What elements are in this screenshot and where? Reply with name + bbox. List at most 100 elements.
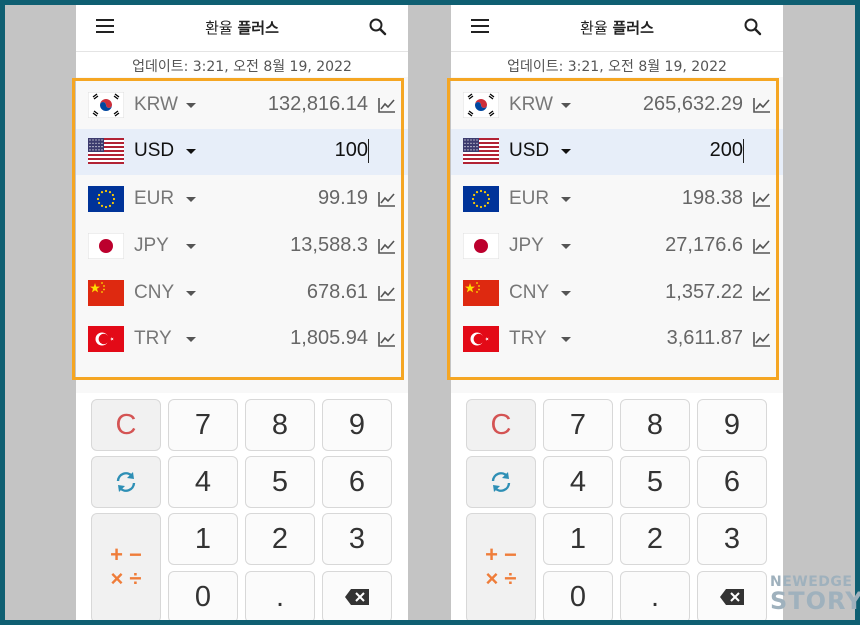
- dropdown-caret-icon[interactable]: [186, 149, 196, 154]
- currency-amount[interactable]: 13,588.3: [290, 234, 368, 257]
- chart-icon[interactable]: [753, 238, 771, 254]
- dropdown-caret-icon[interactable]: [561, 244, 571, 249]
- clear-key[interactable]: C: [466, 399, 536, 451]
- dropdown-caret-icon[interactable]: [186, 197, 196, 202]
- key-0[interactable]: 0: [543, 571, 613, 620]
- refresh-button[interactable]: [466, 456, 536, 508]
- currency-row-eur[interactable]: EUR 99.19: [76, 177, 408, 223]
- currency-amount[interactable]: 200: [710, 139, 743, 162]
- dropdown-caret-icon[interactable]: [186, 103, 196, 108]
- key-5[interactable]: 5: [245, 456, 315, 508]
- currency-code[interactable]: EUR: [509, 188, 549, 210]
- chart-icon[interactable]: [753, 331, 771, 347]
- dropdown-caret-icon[interactable]: [561, 291, 571, 296]
- currency-amount[interactable]: 27,176.6: [665, 234, 743, 257]
- dropdown-caret-icon[interactable]: [561, 197, 571, 202]
- currency-code[interactable]: KRW: [134, 94, 178, 116]
- currency-row-jpy[interactable]: JPY 27,176.6: [451, 224, 783, 270]
- dropdown-caret-icon[interactable]: [561, 103, 571, 108]
- currency-amount[interactable]: 678.61: [307, 281, 368, 304]
- key-6[interactable]: 6: [697, 456, 767, 508]
- chart-icon[interactable]: [378, 285, 396, 301]
- key-5[interactable]: 5: [620, 456, 690, 508]
- key-7[interactable]: 7: [168, 399, 238, 451]
- currency-amount[interactable]: 99.19: [318, 187, 368, 210]
- update-timestamp: 업데이트: 3:21, 오전 8월 19, 2022: [132, 59, 352, 75]
- currency-code[interactable]: USD: [509, 140, 549, 162]
- currency-amount[interactable]: 100: [335, 139, 368, 162]
- key-7[interactable]: 7: [543, 399, 613, 451]
- dropdown-caret-icon[interactable]: [561, 337, 571, 342]
- operations-button[interactable]: + − × ÷: [91, 513, 161, 620]
- currency-row-try[interactable]: TRY 3,611.87: [451, 317, 783, 363]
- dropdown-caret-icon[interactable]: [186, 337, 196, 342]
- currency-row-usd[interactable]: USD 100: [76, 129, 408, 175]
- key-9[interactable]: 9: [322, 399, 392, 451]
- key-6[interactable]: 6: [322, 456, 392, 508]
- currency-code[interactable]: TRY: [509, 328, 547, 350]
- currency-row-try[interactable]: TRY 1,805.94: [76, 317, 408, 363]
- key-2[interactable]: 2: [620, 513, 690, 565]
- currency-row-eur[interactable]: EUR 198.38: [451, 177, 783, 223]
- currency-code[interactable]: USD: [134, 140, 174, 162]
- backspace-button[interactable]: [697, 571, 767, 620]
- dropdown-caret-icon[interactable]: [561, 149, 571, 154]
- currency-code[interactable]: CNY: [509, 282, 549, 304]
- clear-key[interactable]: C: [91, 399, 161, 451]
- key-8[interactable]: 8: [245, 399, 315, 451]
- key-dot[interactable]: .: [620, 571, 690, 620]
- dropdown-caret-icon[interactable]: [186, 291, 196, 296]
- key-9[interactable]: 9: [697, 399, 767, 451]
- key-2[interactable]: 2: [245, 513, 315, 565]
- app-title-part1: 환율: [580, 19, 608, 37]
- chart-icon[interactable]: [753, 97, 771, 113]
- key-8[interactable]: 8: [620, 399, 690, 451]
- currency-row-usd[interactable]: USD 200: [451, 129, 783, 175]
- currency-row-cny[interactable]: CNY 1,357.22: [451, 271, 783, 317]
- phone-screen-right: 환율 플러스 업데이트: 3:21, 오전 8월 19, 2022 KRW 265…: [451, 5, 783, 620]
- currency-amount[interactable]: 1,357.22: [665, 281, 743, 304]
- search-icon[interactable]: [368, 17, 388, 37]
- currency-amount[interactable]: 1,805.94: [290, 327, 368, 350]
- key-3[interactable]: 3: [322, 513, 392, 565]
- chart-icon[interactable]: [753, 191, 771, 207]
- currency-code[interactable]: EUR: [134, 188, 174, 210]
- ops-bottom: × ÷: [110, 566, 142, 591]
- search-icon[interactable]: [743, 17, 763, 37]
- key-4[interactable]: 4: [543, 456, 613, 508]
- currency-row-krw[interactable]: KRW 265,632.29: [451, 83, 783, 129]
- currency-row-krw[interactable]: KRW 132,816.14: [76, 83, 408, 129]
- backspace-button[interactable]: [322, 571, 392, 620]
- dropdown-caret-icon[interactable]: [186, 244, 196, 249]
- chart-icon[interactable]: [378, 238, 396, 254]
- currency-amount[interactable]: 198.38: [682, 187, 743, 210]
- currency-amount[interactable]: 3,611.87: [667, 327, 743, 350]
- key-4[interactable]: 4: [168, 456, 238, 508]
- chart-icon[interactable]: [378, 97, 396, 113]
- currency-list: KRW 265,632.29 USD 200 EUR 198.38 JPY 27,176.6 C…: [451, 77, 783, 393]
- key-3[interactable]: 3: [697, 513, 767, 565]
- currency-amount[interactable]: 132,816.14: [268, 93, 368, 116]
- watermark: NEWEDGE STORY: [770, 575, 860, 613]
- kr-flag: [463, 92, 499, 118]
- chart-icon[interactable]: [753, 285, 771, 301]
- chart-icon[interactable]: [378, 191, 396, 207]
- key-0[interactable]: 0: [168, 571, 238, 620]
- key-1[interactable]: 1: [543, 513, 613, 565]
- us-flag: [463, 138, 499, 164]
- refresh-button[interactable]: [91, 456, 161, 508]
- currency-row-cny[interactable]: CNY 678.61: [76, 271, 408, 317]
- operations-button[interactable]: + − × ÷: [466, 513, 536, 620]
- cn-flag: [463, 280, 499, 306]
- divider: [76, 51, 408, 52]
- key-1[interactable]: 1: [168, 513, 238, 565]
- key-dot[interactable]: .: [245, 571, 315, 620]
- currency-code[interactable]: TRY: [134, 328, 172, 350]
- currency-code[interactable]: KRW: [509, 94, 553, 116]
- currency-code[interactable]: JPY: [509, 235, 544, 257]
- currency-code[interactable]: CNY: [134, 282, 174, 304]
- chart-icon[interactable]: [378, 331, 396, 347]
- currency-code[interactable]: JPY: [134, 235, 169, 257]
- currency-amount[interactable]: 265,632.29: [643, 93, 743, 116]
- currency-row-jpy[interactable]: JPY 13,588.3: [76, 224, 408, 270]
